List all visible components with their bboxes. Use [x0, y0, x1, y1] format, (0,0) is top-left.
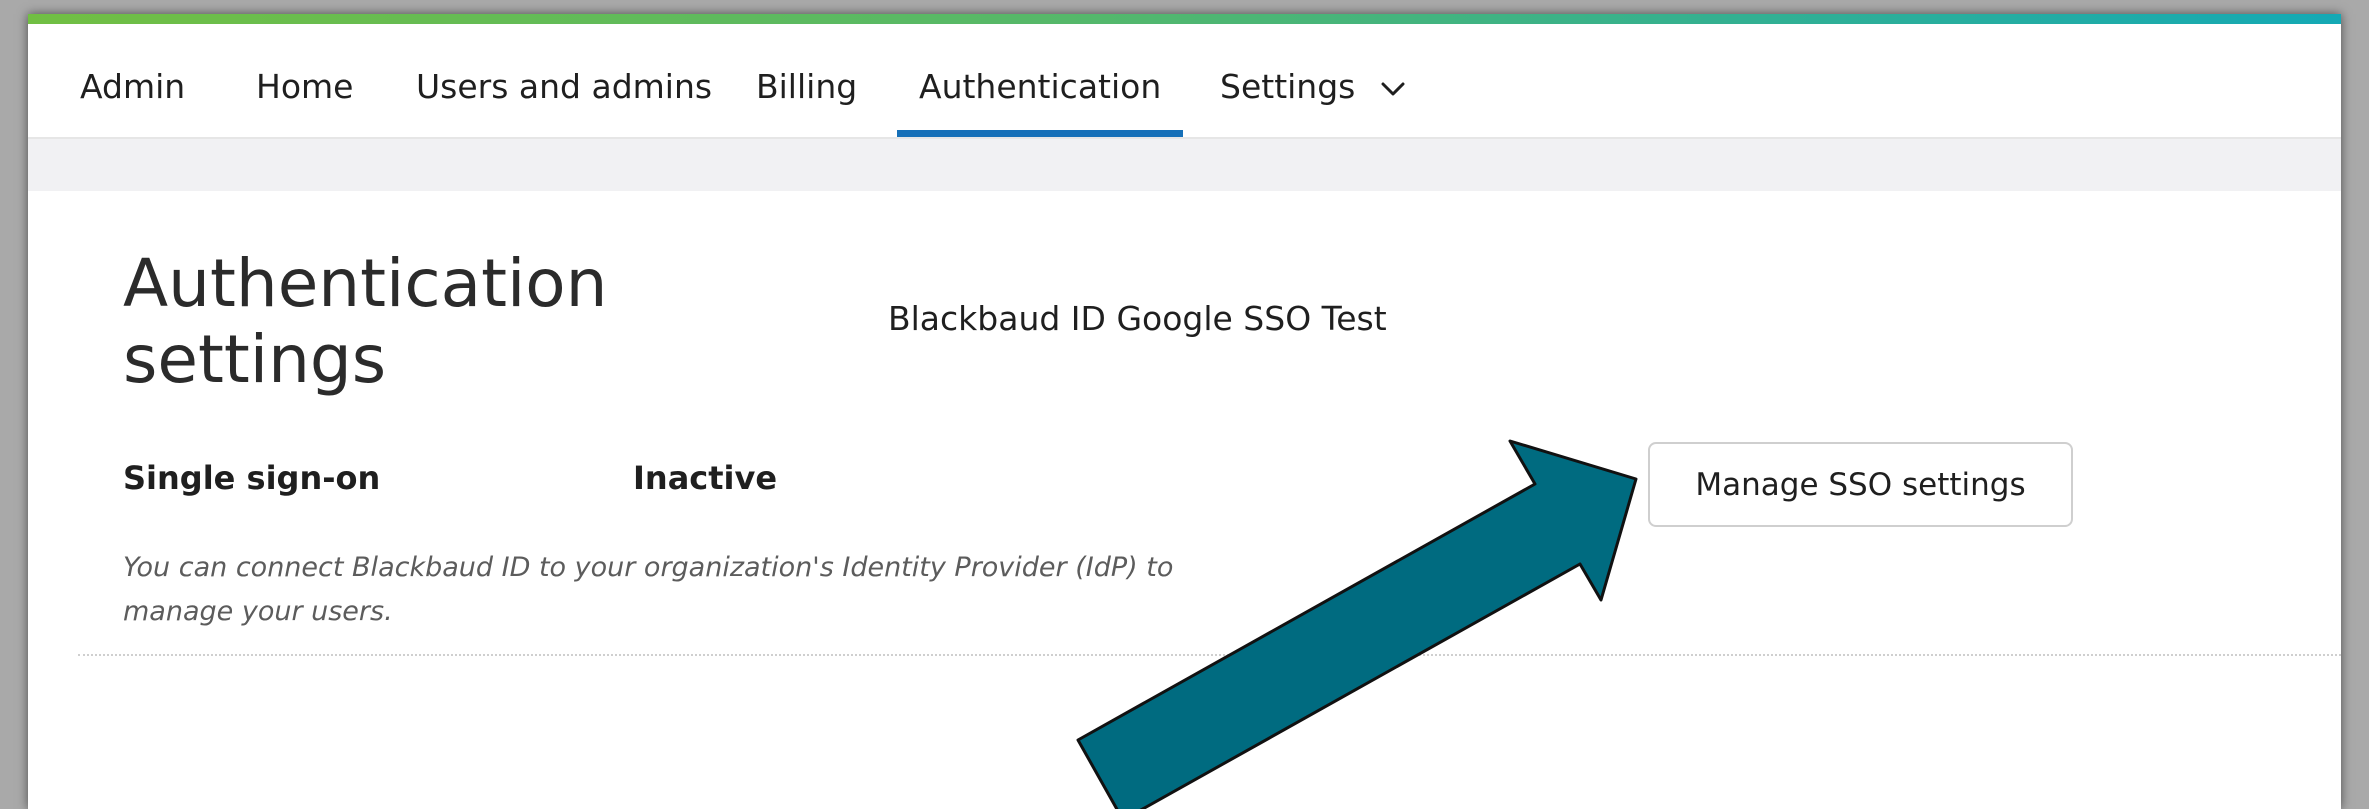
section-divider	[78, 654, 2341, 656]
subheader-band	[28, 139, 2341, 191]
nav-item-billing[interactable]: Billing	[756, 24, 857, 137]
app-window: Admin Home Users and admins Billing Auth…	[28, 14, 2341, 809]
nav-item-authentication[interactable]: Authentication	[897, 24, 1184, 137]
nav-item-settings[interactable]: Settings	[1220, 24, 1406, 137]
chevron-down-icon	[1380, 23, 1406, 149]
nav-item-authentication-label: Authentication	[919, 67, 1162, 106]
manage-sso-settings-button[interactable]: Manage SSO settings	[1648, 442, 2073, 527]
sso-status: Inactive	[633, 459, 778, 497]
top-navigation: Admin Home Users and admins Billing Auth…	[28, 24, 2341, 139]
nav-item-admin[interactable]: Admin	[80, 24, 185, 137]
brand-accent-bar	[28, 14, 2341, 24]
page-title: Authentication settings	[123, 245, 608, 398]
nav-item-users-and-admins[interactable]: Users and admins	[416, 24, 712, 137]
nav-item-settings-label: Settings	[1220, 67, 1356, 106]
sso-description: You can connect Blackbaud ID to your org…	[123, 552, 1174, 627]
organization-name: Blackbaud ID Google SSO Test	[888, 299, 1387, 338]
nav-item-home[interactable]: Home	[256, 24, 353, 137]
sso-label: Single sign-on	[123, 459, 381, 497]
